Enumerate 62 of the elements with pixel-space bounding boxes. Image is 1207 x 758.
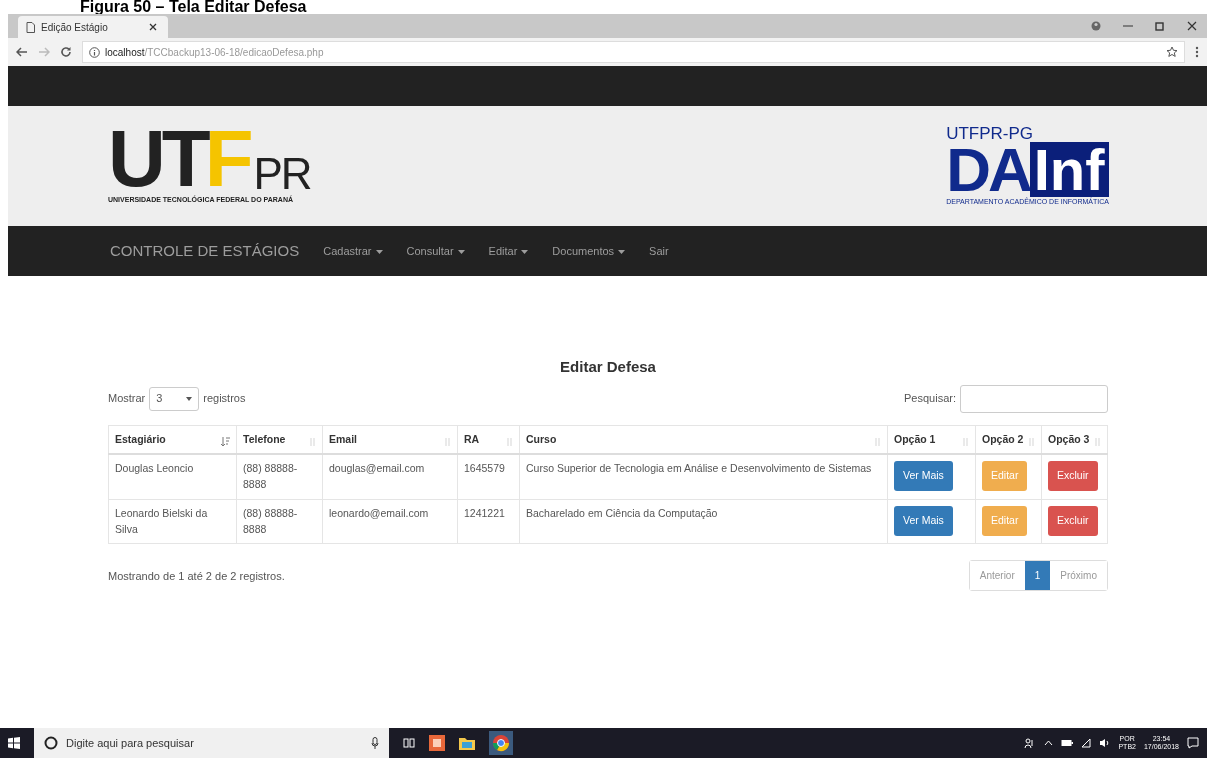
table-cell: Leonardo Bielski da Silva	[108, 499, 237, 544]
table-cell: 1241221	[457, 499, 520, 544]
column-header[interactable]: Opção 3	[1041, 425, 1108, 455]
browser-tab[interactable]: Edição Estágio	[18, 16, 168, 38]
volume-icon[interactable]	[1099, 738, 1111, 748]
table-cell: leonardo@email.com	[322, 499, 458, 544]
account-icon[interactable]	[1091, 20, 1101, 32]
url-text: localhost/TCCbackup13-06-18/edicaoDefesa.php	[105, 45, 324, 60]
column-header[interactable]: Opção 2	[975, 425, 1042, 455]
column-header[interactable]: Email	[322, 425, 458, 455]
caret-icon	[186, 396, 193, 401]
maximize-icon[interactable]	[1155, 21, 1165, 31]
network-icon[interactable]	[1081, 738, 1092, 748]
table-cell: (88) 88888-8888	[236, 499, 323, 544]
reload-icon[interactable]	[60, 46, 72, 58]
page-length-select[interactable]: 3	[149, 386, 200, 411]
nav-link[interactable]: Documentos	[552, 242, 626, 260]
delete-button[interactable]: Excluir	[1048, 505, 1098, 536]
column-header[interactable]: Opção 1	[887, 425, 976, 455]
column-header[interactable]: Estagiário	[108, 425, 237, 455]
nav-link[interactable]: Sair	[649, 242, 669, 260]
search-field[interactable]	[960, 384, 1108, 413]
table-cell: 1645579	[457, 454, 520, 500]
close-icon[interactable]	[1187, 21, 1197, 31]
table-cell: douglas@email.com	[322, 454, 458, 500]
column-header[interactable]: Telefone	[236, 425, 323, 455]
task-view-icon[interactable]	[403, 737, 415, 749]
length-label: Mostrar	[108, 391, 146, 407]
browser-app-icon[interactable]	[489, 731, 513, 755]
microphone-icon[interactable]	[371, 737, 379, 749]
folder-icon[interactable]	[459, 736, 475, 750]
delete-button[interactable]: Excluir	[1048, 461, 1098, 491]
table-info: Mostrando de 1 até 2 de 2 registros.	[108, 568, 285, 584]
windows-icon[interactable]	[8, 737, 20, 749]
chevron-up-icon[interactable]	[1044, 740, 1054, 746]
page-title: Editar Defesa	[559, 357, 657, 377]
sort-ascending-icon[interactable]	[221, 436, 230, 448]
search-label: Pesquisar:	[904, 391, 956, 407]
info-icon	[89, 46, 100, 58]
nav-link[interactable]: Editar	[488, 242, 529, 260]
address-field[interactable]: localhost/TCCbackup13-06-18/edicaoDefesa.php	[82, 41, 1185, 63]
length-label: registros	[203, 391, 246, 407]
nav-link[interactable]: Cadastrar	[323, 242, 383, 260]
column-header[interactable]: RA	[457, 425, 520, 455]
menu-icon[interactable]	[1195, 46, 1199, 58]
view-button[interactable]: Ver Mais	[894, 461, 953, 491]
notification-icon[interactable]	[1187, 737, 1199, 749]
nav-link[interactable]: Consultar	[406, 242, 465, 260]
cortana-icon	[44, 736, 58, 750]
brand-link[interactable]: CONTROLE DE ESTÁGIOS	[110, 239, 300, 263]
star-icon[interactable]	[1166, 46, 1178, 58]
taskbar-search-field[interactable]: Digite aqui para pesquisar	[34, 728, 389, 758]
table-cell: Douglas Leoncio	[108, 454, 237, 500]
view-button[interactable]: Ver Mais	[894, 505, 953, 536]
table-cell: (88) 88888-8888	[236, 454, 323, 500]
page-button[interactable]: 1	[1024, 561, 1051, 591]
page-icon	[26, 21, 35, 33]
table-cell: Curso Superior de Tecnologia em Análise e Desenvolvimento de Sistemas	[519, 454, 888, 500]
table-cell: Bacharelado em Ciência da Computação	[519, 499, 888, 544]
column-header[interactable]: Curso	[519, 425, 888, 455]
battery-icon[interactable]	[1061, 739, 1074, 747]
back-icon[interactable]	[16, 47, 28, 57]
